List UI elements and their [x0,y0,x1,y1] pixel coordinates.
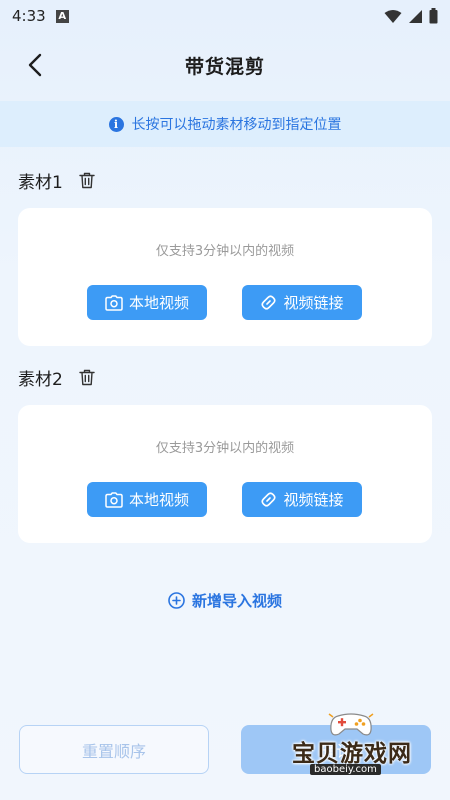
material-2-video-link-button[interactable]: 视频链接 [242,482,362,517]
material-2-title: 素材2 [18,369,63,390]
status-right [384,8,438,24]
material-2-local-video-label: 本地视频 [128,491,189,509]
material-1-local-video-label: 本地视频 [128,294,189,312]
link-icon [261,492,277,507]
material-1-hint: 仅支持3分钟以内的视频 [155,244,295,259]
back-button[interactable] [18,47,52,83]
material-1-video-link-button[interactable]: 视频链接 [242,285,362,320]
material-2-delete-button[interactable] [77,367,97,387]
material-2-hint: 仅支持3分钟以内的视频 [155,441,295,456]
battery-icon [429,8,438,24]
tip-text: 长按可以拖动素材移动到指定位置 [131,117,342,133]
material-2-video-link-label: 视频链接 [283,491,344,509]
nav-bar: 带货混剪 [0,32,450,98]
trash-icon [79,172,95,188]
add-video-label: 新增导入视频 [191,591,282,610]
wifi-icon [384,9,402,23]
material-1-local-video-button[interactable]: 本地视频 [87,285,207,320]
material-1-title: 素材1 [18,172,63,193]
signal-icon [409,9,422,23]
status-left: 4:33 A [12,7,69,25]
confirm-label: 确认 [319,741,352,761]
plus-circle-icon [168,591,185,609]
material-2-card: 仅支持3分钟以内的视频 本地视频 视频链接 [18,405,432,543]
reset-order-button[interactable]: 重置顺序 [19,725,209,774]
page-title: 带货混剪 [184,55,265,78]
notification-a-icon: A [55,9,69,23]
add-video-button[interactable]: 新增导入视频 [0,586,450,614]
material-1-card: 仅支持3分钟以内的视频 本地视频 视频链接 [18,208,432,346]
material-1-video-link-label: 视频链接 [283,294,344,312]
material-2-local-video-button[interactable]: 本地视频 [87,482,207,517]
status-bar: 4:33 A [0,0,450,32]
reset-order-label: 重置顺序 [81,741,146,761]
link-icon [261,295,277,310]
chevron-left-icon [28,53,42,77]
material-1-delete-button[interactable] [77,170,97,190]
tip-bar: i 长按可以拖动素材移动到指定位置 [0,101,450,147]
material-2-header: 素材2 [18,363,97,391]
material-1-header: 素材1 [18,166,97,194]
confirm-button[interactable]: 确认 [241,725,431,774]
info-icon: i [108,116,124,132]
camera-icon [105,294,123,311]
camera-icon [105,491,123,508]
trash-icon [79,369,95,385]
status-time: 4:33 [12,7,46,25]
